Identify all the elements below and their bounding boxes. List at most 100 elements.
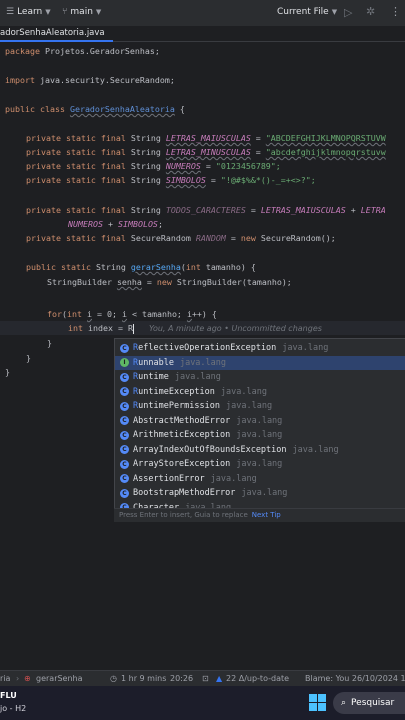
code-line-field6: private static final SecureRandom RANDOM… bbox=[26, 233, 336, 243]
git-blame-status[interactable]: Blame: You 26/10/2024 17: bbox=[305, 674, 405, 683]
completion-item-name: Runnable bbox=[133, 357, 174, 368]
class-icon: C bbox=[120, 387, 129, 397]
taskbar-app-subtitle: jo - H2 bbox=[0, 704, 27, 713]
code-line-field1: private static final String LETRAS_MAIUS… bbox=[26, 133, 386, 143]
breadcrumb-class[interactable]: ria bbox=[0, 674, 10, 683]
taskbar-app-title: FLU bbox=[0, 691, 17, 700]
breadcrumb-method[interactable]: gerarSenha bbox=[36, 674, 83, 683]
completion-item-name: AbstractMethodError bbox=[133, 415, 231, 426]
completion-item[interactable]: C ArithmeticException java.lang bbox=[115, 428, 405, 443]
windows-taskbar: FLU jo - H2 ⌕ Pesquisar bbox=[0, 686, 405, 720]
completion-item[interactable]: C RuntimeException java.lang bbox=[115, 385, 405, 400]
code-line-field2: private static final String LETRAS_MINUS… bbox=[26, 147, 386, 157]
play-icon[interactable]: ▷ bbox=[344, 6, 352, 19]
code-line-index: int index = R You, A minute ago • Uncomm… bbox=[68, 323, 322, 334]
code-line-class: public class GeradorSenhaAleatoria { bbox=[5, 104, 185, 114]
completion-item[interactable]: C RuntimePermission java.lang bbox=[115, 399, 405, 414]
code-line-close-for: } bbox=[47, 338, 52, 348]
class-icon: C bbox=[120, 488, 129, 498]
completion-item[interactable]: C Runtime java.lang bbox=[115, 370, 405, 385]
code-line-close-method: } bbox=[26, 353, 31, 363]
completion-item[interactable]: C ArrayStoreException java.lang bbox=[115, 457, 405, 472]
search-icon: ⌕ bbox=[341, 698, 347, 708]
completion-item-name: ArrayStoreException bbox=[133, 459, 231, 470]
class-icon: C bbox=[120, 372, 129, 382]
next-tip-link[interactable]: Next Tip bbox=[252, 511, 281, 519]
code-line-method: public static String gerarSenha(int tama… bbox=[26, 262, 256, 272]
class-icon: C bbox=[120, 430, 129, 440]
chevron-down-icon: ▼ bbox=[95, 8, 102, 16]
completion-item-name: Runtime bbox=[133, 372, 169, 383]
chevron-down-icon: ▼ bbox=[331, 8, 338, 16]
project-selector[interactable]: ☰ Learn ▼ bbox=[6, 7, 51, 17]
completion-item-name: BootstrapMethodError bbox=[133, 488, 236, 499]
tab-gerador-senha[interactable]: adorSenhaAleatoria.java bbox=[0, 26, 113, 42]
git-branch-icon: ⑂ bbox=[62, 7, 68, 17]
completion-item-package: java.lang bbox=[226, 401, 273, 412]
class-icon: C bbox=[120, 459, 129, 469]
completion-item-package: java.lang bbox=[236, 430, 283, 441]
code-line-package: package Projetos.GeradorSenhas; bbox=[5, 46, 160, 56]
clock-icon: ◷ bbox=[110, 674, 117, 683]
lock-icon: ⊡ bbox=[202, 674, 209, 683]
class-icon: C bbox=[120, 343, 129, 353]
completion-hint-text: Press Enter to insert, Guia to replace bbox=[119, 511, 248, 519]
run-config-name: Current File bbox=[277, 7, 329, 17]
completion-item[interactable]: I Runnable java.lang bbox=[115, 355, 405, 370]
branch-selector[interactable]: ⑂ main ▼ bbox=[62, 7, 101, 17]
bug-icon[interactable]: ✲ bbox=[366, 5, 375, 18]
method-icon: ⊕ bbox=[24, 674, 31, 683]
search-label: Pesquisar bbox=[351, 698, 395, 708]
code-line-close-class: } bbox=[5, 367, 10, 377]
code-line-field5-cont: NUMEROS + SIMBOLOS; bbox=[68, 219, 163, 229]
time-tracked[interactable]: 1 hr 9 mins bbox=[121, 674, 166, 683]
code-line-field5: private static final String TODOS_CARACT… bbox=[26, 205, 386, 215]
tab-label: adorSenhaAleatoria.java bbox=[0, 28, 105, 38]
text-caret bbox=[132, 323, 134, 334]
completion-item[interactable]: C AbstractMethodError java.lang bbox=[115, 414, 405, 429]
editor-tabs: adorSenhaAleatoria.java bbox=[0, 26, 405, 42]
class-icon: C bbox=[120, 474, 129, 484]
interface-icon: I bbox=[120, 358, 129, 368]
main-toolbar: ☰ Learn ▼ ⑂ main ▼ Current File ▼ ▷ ✲ ⋮ bbox=[0, 0, 405, 26]
branch-name: main bbox=[70, 7, 93, 17]
chevron-down-icon: ▼ bbox=[45, 8, 51, 16]
completion-item-name: ReflectiveOperationException bbox=[133, 343, 277, 354]
class-icon: C bbox=[120, 416, 129, 426]
vcs-status[interactable]: 22 Δ/up-to-date bbox=[226, 674, 289, 683]
git-blame-hint: You, A minute ago • Uncommitted changes bbox=[148, 324, 322, 333]
completion-item-package: java.lang bbox=[236, 415, 283, 426]
completion-item[interactable]: C BootstrapMethodError java.lang bbox=[115, 486, 405, 501]
breadcrumb-separator-icon: › bbox=[16, 674, 20, 683]
completion-item-package: java.lang bbox=[210, 473, 257, 484]
completion-footer: Press Enter to insert, Guia to replace Ne… bbox=[114, 508, 405, 522]
completion-item[interactable]: C AssertionError java.lang bbox=[115, 472, 405, 487]
code-line-field3: private static final String NUMEROS = "0… bbox=[26, 161, 281, 171]
taskbar-search[interactable]: ⌕ Pesquisar bbox=[333, 692, 405, 714]
completion-item-package: java.lang bbox=[179, 357, 227, 368]
completion-item[interactable]: C ReflectiveOperationException java.lang bbox=[115, 341, 405, 356]
more-vertical-icon[interactable]: ⋮ bbox=[390, 5, 401, 18]
completion-item-package: java.lang bbox=[292, 444, 339, 455]
code-line-for: for(int i = 0; i < tamanho; i++) { bbox=[47, 309, 217, 319]
completion-item-name: ArithmeticException bbox=[133, 430, 231, 441]
code-completion-popup[interactable]: C ReflectiveOperationException java.lang I R… bbox=[114, 338, 405, 522]
completion-item-package: java.lang bbox=[282, 343, 329, 354]
run-config-selector[interactable]: Current File ▼ bbox=[277, 7, 337, 17]
completion-item-package: java.lang bbox=[236, 459, 283, 470]
completion-item[interactable]: C ArrayIndexOutOfBoundsException java.lang bbox=[115, 443, 405, 458]
hamburger-menu-icon: ☰ bbox=[6, 7, 15, 17]
vcs-arrow-icon: ▲ bbox=[216, 674, 223, 683]
project-name: Learn bbox=[17, 7, 43, 17]
completion-item-package: java.lang bbox=[220, 386, 267, 397]
completion-item-name: ArrayIndexOutOfBoundsException bbox=[133, 444, 287, 455]
completion-item-package: java.lang bbox=[241, 488, 288, 499]
completion-item-name: AssertionError bbox=[133, 473, 205, 484]
code-line-field4: private static final String SIMBOLOS = "… bbox=[26, 175, 316, 185]
class-icon: C bbox=[120, 445, 129, 455]
class-icon: C bbox=[120, 401, 129, 411]
completion-item-package: java.lang bbox=[174, 372, 221, 383]
cursor-position[interactable]: 20:26 bbox=[170, 674, 193, 683]
status-bar: ria › ⊕ gerarSenha ◷ 1 hr 9 mins 20:26 ⊡… bbox=[0, 670, 405, 686]
windows-start-icon[interactable] bbox=[309, 694, 326, 711]
